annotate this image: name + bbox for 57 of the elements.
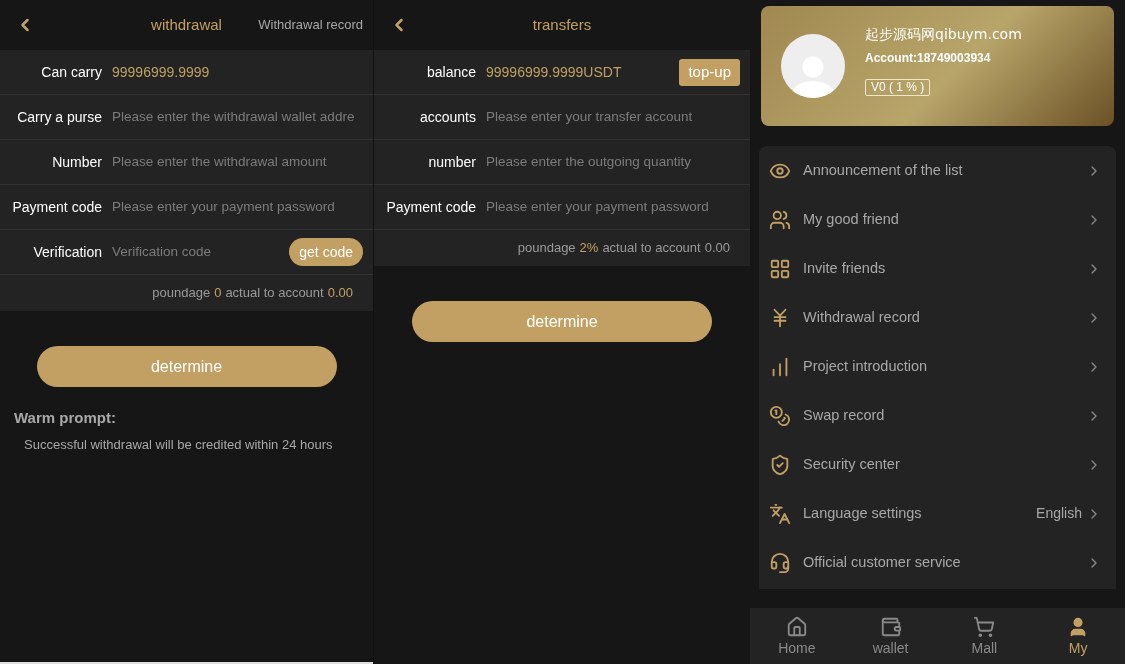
tab-bar-item[interactable]: Mall: [937, 608, 1032, 664]
cart-icon: [973, 615, 996, 638]
input-field[interactable]: Please enter the outgoing quantity: [486, 151, 740, 173]
field-label: Number: [51, 152, 102, 172]
user-name: 起步源码网qibuym.com: [865, 25, 1022, 44]
fee-text: actual to account: [225, 284, 324, 303]
menu-item[interactable]: Language settings English: [759, 489, 1116, 538]
field-label: Can carry: [40, 62, 102, 82]
coins-icon: [769, 404, 791, 427]
field-label: Payment code: [11, 197, 102, 217]
page-title: transfers: [532, 17, 592, 32]
tab-bar-item[interactable]: wallet: [843, 608, 938, 664]
account-number: Account:18749003934: [865, 50, 992, 67]
people-icon: [769, 208, 791, 231]
grid-icon: [769, 257, 791, 280]
menu-item[interactable]: Security center: [759, 440, 1116, 489]
fee-text: 0.00: [704, 239, 730, 258]
field-label: Payment code: [385, 197, 476, 217]
input-field[interactable]: Please enter your payment password: [486, 196, 740, 218]
prompt-text: Successful withdrawal will be credited within 24 hours: [24, 435, 334, 454]
input-field[interactable]: Please enter your transfer account: [486, 106, 740, 128]
tab-bar-item[interactable]: My: [1031, 608, 1125, 664]
field-label: balance: [425, 62, 476, 82]
language-icon: [769, 502, 791, 525]
field-label: Verification: [32, 242, 102, 262]
input-field[interactable]: Verification code: [112, 241, 290, 263]
input-field[interactable]: Please enter the withdrawal wallet addre: [112, 106, 363, 128]
menu-item[interactable]: Official customer service: [759, 538, 1116, 587]
fee-amount: 0.00: [327, 284, 353, 303]
field-label: Carry a purse: [16, 107, 102, 127]
fee-text: actual to account: [602, 239, 701, 258]
fee-text: poundage: [517, 239, 576, 258]
field-value: 99996999.9999: [112, 62, 211, 82]
menu-item-value: English: [1036, 504, 1082, 523]
menu-item[interactable]: Invite friends: [759, 244, 1116, 293]
input-field[interactable]: Please enter your payment password: [112, 196, 363, 218]
shield-check-icon: [769, 453, 791, 476]
home-icon: [785, 615, 808, 638]
prompt-title: Warm prompt:: [14, 408, 117, 428]
fee-amount: 2%: [579, 239, 599, 258]
page-title: withdrawal: [151, 17, 222, 32]
fee-text: poundage: [152, 284, 211, 303]
field-value: 99996999.9999USDT: [486, 62, 623, 82]
withdrawal-record-link[interactable]: Withdrawal record: [258, 15, 363, 35]
fee-amount: 0: [214, 284, 222, 303]
menu-item[interactable]: Announcement of the list: [759, 146, 1116, 195]
field-label: number: [427, 152, 476, 172]
field-label: accounts: [418, 107, 476, 127]
menu-item[interactable]: Project introduction: [759, 342, 1116, 391]
wallet-icon: [879, 615, 902, 638]
menu-item[interactable]: Swap record: [759, 391, 1116, 440]
level-badge: V0 ( 1 % ): [865, 79, 931, 96]
input-field[interactable]: Please enter the withdrawal amount: [112, 151, 363, 173]
tab-bar-item[interactable]: Home: [750, 608, 844, 664]
menu-item[interactable]: My good friend: [759, 195, 1116, 244]
menu-item[interactable]: Withdrawal record: [759, 293, 1116, 342]
headset-icon: [769, 551, 791, 574]
